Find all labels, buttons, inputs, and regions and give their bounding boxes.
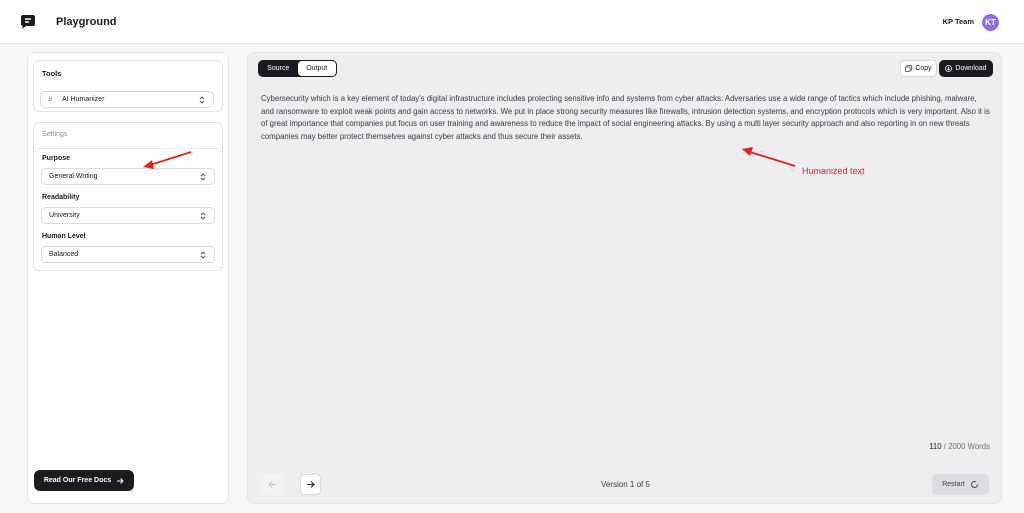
arrow-left-icon [268,481,276,488]
copy-label: Copy [915,65,932,72]
chevron-updown-icon [200,173,206,181]
download-icon [945,65,953,72]
tab-source[interactable]: Source [259,61,298,76]
human-level-select[interactable]: Balanced [41,246,215,263]
purpose-select[interactable]: General Writing [41,168,215,185]
source-output-tabs: Source Output [258,60,337,77]
human-level-select-value: Balanced [49,251,79,258]
word-count-current: 110 [929,442,942,451]
divider [34,148,222,149]
purpose-label: Purpose [42,155,71,162]
tool-select-value: AI Humanizer [62,96,105,103]
avatar[interactable]: KT [982,14,999,31]
settings-title: Settings [42,131,68,138]
read-docs-label: Read Our Free Docs [43,477,112,484]
arrow-right-icon [117,477,124,484]
app-title: Playground [56,16,117,28]
top-bar: Playground KP Team KT [0,0,1024,44]
restart-label: Restart [942,481,965,488]
tools-title: Tools [42,69,62,78]
human-level-label: Human Level [42,233,86,240]
read-docs-button[interactable]: Read Our Free Docs [34,470,134,491]
restart-button[interactable]: Restart [932,474,989,495]
copy-icon [905,65,913,72]
purpose-select-value: General Writing [49,173,98,180]
refresh-icon [970,481,978,488]
logo-icon[interactable] [19,13,37,31]
word-count-total: / 2000 Words [941,442,990,451]
readability-label: Readability [42,194,80,201]
sidebar: Tools # AI Humanizer Settings Purpose Ge… [27,52,229,504]
chevron-updown-icon [200,251,206,259]
output-panel: Source Output Copy Download Cybersecurit… [247,52,1002,504]
tool-select[interactable]: # AI Humanizer [40,91,214,108]
readability-select-value: University [49,212,80,219]
settings-card: Settings Purpose General Writing Readabi… [33,122,223,271]
download-button[interactable]: Download [939,60,993,77]
copy-button[interactable]: Copy [900,60,937,77]
chevron-updown-icon [200,212,206,220]
version-indicator: Version 1 of 5 [601,480,650,489]
next-version-button[interactable] [300,474,321,495]
humanized-output-text[interactable]: Cybersecurity which is a key element of … [261,93,991,144]
download-label: Download [955,65,987,72]
team-name[interactable]: KP Team [943,17,974,26]
humanized-text-annotation: Humanized text [802,166,865,176]
hash-icon: # [48,95,53,104]
tab-output[interactable]: Output [297,61,336,76]
word-count: 110 / 2000 Words [929,442,990,451]
previous-version-button[interactable] [262,474,283,495]
chevron-updown-icon [199,96,205,104]
readability-select[interactable]: University [41,207,215,224]
arrow-right-icon [307,481,315,488]
